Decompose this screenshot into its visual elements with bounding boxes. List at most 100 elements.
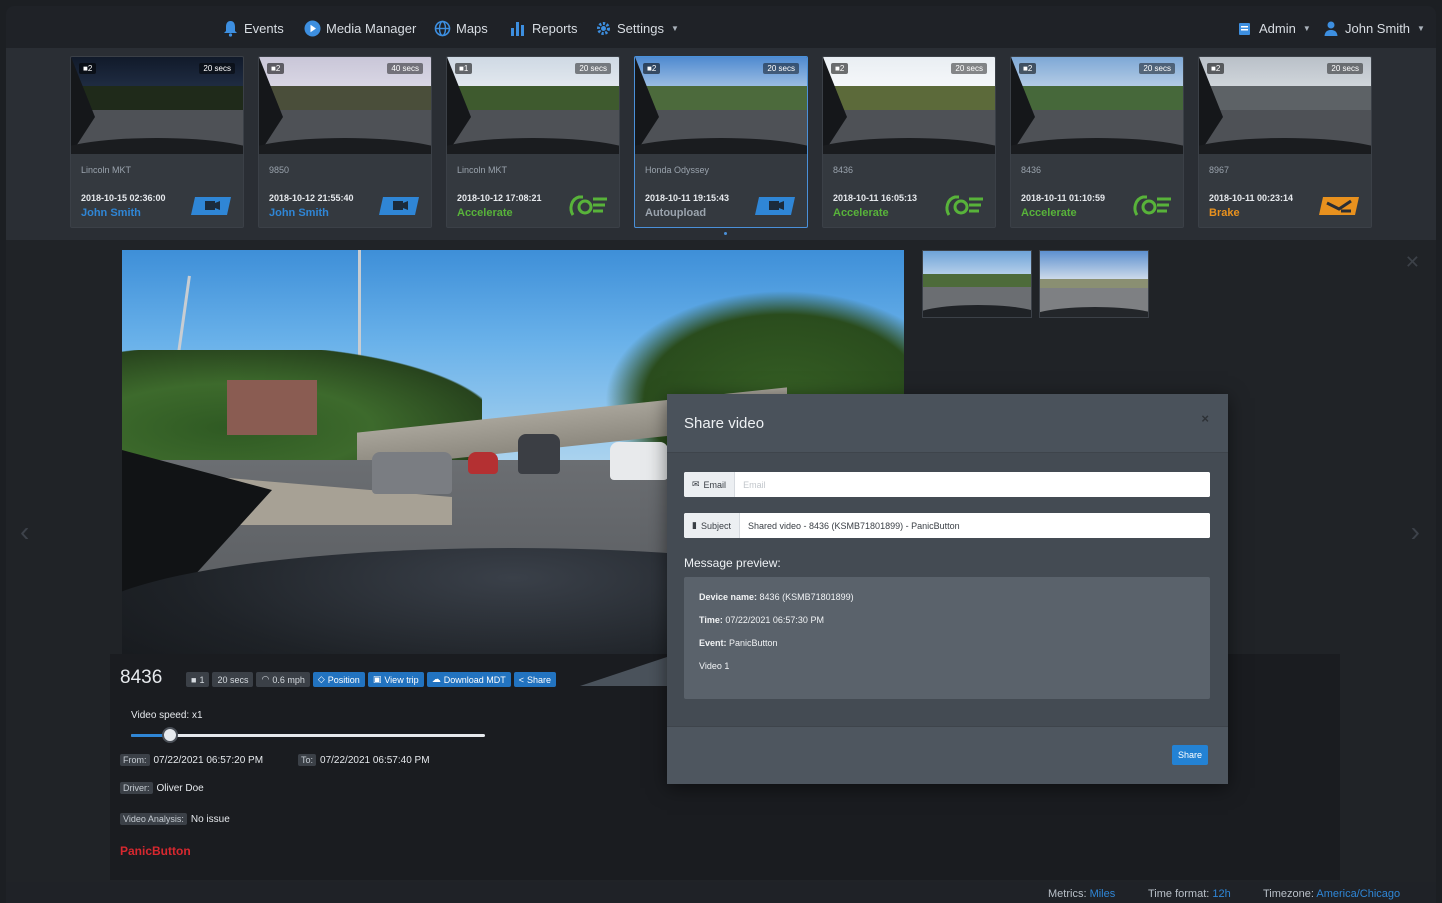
metrics-setting[interactable]: Metrics: Miles [1048,888,1115,900]
event-timestamp: 2018-10-11 01:10:59 [1021,193,1106,203]
nav-settings-label: Settings [617,20,664,36]
app-root: Events Media Manager Maps Reports Settin… [0,0,1442,903]
vehicle-name: 8436 [833,165,854,175]
nav-media-manager[interactable]: Media Manager [304,18,416,38]
subject-addon: ▮ Subject [684,513,740,538]
next-arrow-icon[interactable]: › [1411,516,1420,548]
speed-value: 0.6 mph [272,674,305,685]
time-format-setting[interactable]: Time format: 12h [1148,888,1231,900]
event-card[interactable]: ■2 20 secs Lincoln MKT 2018-10-15 02:36:00 J… [70,56,244,228]
email-input[interactable] [735,472,1210,497]
vehicle-name: Lincoln MKT [81,165,132,175]
video-frame-car [372,452,452,494]
nav-settings[interactable]: Settings ▼ [595,18,679,38]
time-format-label: Time format: [1148,888,1210,900]
close-viewer-icon[interactable]: ✕ [1405,252,1420,273]
duration-badge: 20 secs [951,63,987,74]
timezone-value[interactable]: America/Chicago [1316,888,1400,900]
event-timestamp: 2018-10-15 02:36:00 [81,193,166,203]
duration-badge: 20 secs [1327,63,1363,74]
preview-event: Event: PanicButton [699,638,778,648]
share-chip-label: Share [527,674,552,685]
download-mdt-button[interactable]: ☁ Download MDT [426,672,511,687]
nav-reports[interactable]: Reports [510,18,578,38]
download-label: Download MDT [443,674,506,685]
metrics-value[interactable]: Miles [1090,888,1116,900]
event-timestamp: 2018-10-12 21:55:40 [269,193,354,203]
nav-events-label: Events [244,20,284,36]
vehicle-name: Honda Odyssey [645,165,710,175]
email-field-group: ✉ Email [684,472,1210,497]
user-menu[interactable]: John Smith ▼ [1323,18,1425,38]
event-subtitle: Accelerate [1021,207,1077,219]
analysis-label: Video Analysis: [120,813,187,825]
bell-icon [222,20,239,37]
nav-maps-label: Maps [456,20,488,36]
event-card[interactable]: ■2 20 secs 8967 2018-10-11 00:23:14 Brake [1198,56,1372,228]
modal-pointer [580,656,670,686]
from-value: 07/22/2021 06:57:20 PM [153,754,264,766]
event-timestamp: 2018-10-11 19:15:43 [645,193,730,203]
device-name: 8436 [120,667,163,688]
share-chip-button[interactable]: < Share [513,672,557,687]
driver-value: Oliver Doe [156,782,204,794]
event-card[interactable]: ■1 20 secs Lincoln MKT 2018-10-12 17:08:21 A… [446,56,620,228]
share-video-modal: Share video × ✉ Email ▮ Subject Message … [667,394,1228,784]
event-strip: ■2 20 secs Lincoln MKT 2018-10-15 02:36:00 J… [6,48,1436,240]
to-label: To: [298,754,317,766]
user-icon [1323,20,1340,37]
event-card[interactable]: ■2 20 secs 8436 2018-10-11 16:05:13 Accelera… [822,56,996,228]
preview-device-label: Device name: [699,592,758,602]
camera-badge: ■1 [455,63,473,74]
position-icon: ◇ [317,674,325,684]
camera-chip: ■ 1 [186,672,210,687]
video-analysis: Video Analysis: No issue [120,813,230,825]
event-subtitle: Autoupload [645,207,707,219]
chevron-down-icon: ▼ [1417,23,1425,33]
previous-arrow-icon[interactable]: ‹ [20,516,29,548]
nav-media-manager-label: Media Manager [326,20,417,36]
preview-time-value: 07/22/2021 06:57:30 PM [725,615,824,625]
accelerate-icon [567,195,609,217]
admin-menu[interactable]: Admin ▼ [1237,18,1311,38]
timezone-label: Timezone: [1263,888,1314,900]
video-speed-slider[interactable] [131,727,485,743]
time-format-value[interactable]: 12h [1212,888,1230,900]
subject-label: Subject [700,520,731,531]
from-time: From: 07/22/2021 06:57:20 PM [120,754,263,766]
to-time: To: 07/22/2021 06:57:40 PM [298,754,430,766]
admin-icon [1237,20,1254,37]
nav-maps[interactable]: Maps [434,18,488,38]
event-card[interactable]: ■2 40 secs 9850 2018-10-12 21:55:40 John Smi… [258,56,432,228]
share-button[interactable]: Share [1172,745,1208,765]
gear-icon [595,20,612,37]
modal-close-icon[interactable]: × [1201,411,1209,426]
event-card[interactable]: ■2 20 secs Honda Odyssey 2018-10-11 19:15:4… [634,56,808,228]
nav-events[interactable]: Events [222,18,284,38]
position-button[interactable]: ◇ Position [312,672,365,687]
camera-thumbnail-2[interactable] [1039,250,1149,318]
modal-body: ✉ Email ▮ Subject Message preview: Devic… [667,452,1228,726]
carousel-indicator[interactable] [724,232,727,235]
subject-input[interactable] [739,513,1210,538]
camera-thumbnail-1[interactable] [922,250,1032,318]
bar-chart-icon [510,20,527,37]
timezone-setting[interactable]: Timezone: America/Chicago [1263,888,1400,900]
camera-badge: ■2 [643,63,661,74]
camera-badge: ■2 [831,63,849,74]
duration-badge: 20 secs [199,63,235,74]
event-card[interactable]: ■2 20 secs 8436 2018-10-11 01:10:59 Accelera… [1010,56,1184,228]
user-name: John Smith [1345,20,1411,36]
video-speed-slider-handle[interactable] [161,727,178,743]
vehicle-name: Lincoln MKT [457,165,508,175]
vehicle-name: 9850 [269,165,290,175]
camera-badge: ■2 [1019,63,1037,74]
globe-icon [434,20,451,37]
top-navigation: Events Media Manager Maps Reports Settin… [6,6,1436,48]
view-trip-button[interactable]: ▣ View trip [367,672,424,687]
modal-footer: Share [667,726,1228,784]
driver-info: Driver: Oliver Doe [120,782,204,794]
video-camera-icon: ■ [191,674,197,685]
event-type: PanicButton [120,844,191,858]
video-speed-label: Video speed: x1 [131,710,203,721]
